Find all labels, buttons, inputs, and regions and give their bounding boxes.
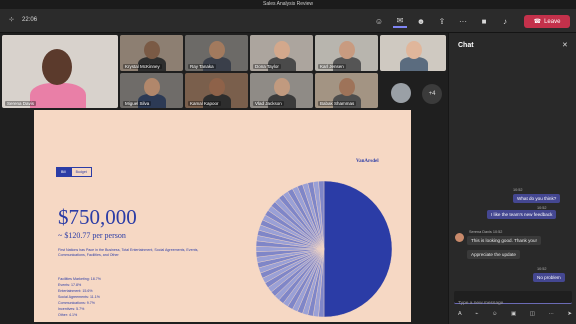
participant-tile[interactable]: Ray Tanaka xyxy=(185,35,248,71)
message-bubble: What do you think? xyxy=(513,194,561,203)
leave-button[interactable]: ☎ Leave xyxy=(524,15,570,28)
list-item: Other: 4.1% xyxy=(58,313,78,317)
participant-name: Vlad Jackson xyxy=(253,101,284,106)
slide-description: First Nations has Pace in the Business, … xyxy=(58,248,199,258)
participant-gallery: Serena Davis Krystal McKinney Ray Tanaka… xyxy=(2,35,446,110)
slide-tabs: Bill Budget xyxy=(56,167,92,177)
participant-name: Krystal McKinney xyxy=(123,64,162,69)
grid-icon[interactable]: ⊹ xyxy=(9,16,14,23)
message-bubble: I like the team's new feedback xyxy=(487,210,557,219)
participant-name: Miguel Silva xyxy=(123,101,152,106)
chat-panel: Chat ✕ 10:52 What do you think? 10:52 I … xyxy=(448,33,576,324)
participant-name: Babak Shammas xyxy=(318,101,357,106)
budget-breakdown-list: Facilities Marketing: 18.7% Events: 17.8… xyxy=(58,276,101,318)
chat-title: Chat xyxy=(458,42,474,49)
message-compose[interactable] xyxy=(454,291,572,310)
mic-icon[interactable]: ♪ xyxy=(498,14,512,28)
slide-tab: Budget xyxy=(70,167,92,177)
leave-phone-icon: ☎ xyxy=(533,19,542,25)
meeting-stage: Serena Davis Krystal McKinney Ray Tanaka… xyxy=(0,33,448,324)
message-meta: Serena Davis 10:52 xyxy=(469,230,503,234)
budget-amount: $750,000 xyxy=(58,205,137,229)
more-icon[interactable]: ··· xyxy=(456,14,470,28)
chat-icon[interactable]: ✉ xyxy=(393,14,407,28)
participant-tile[interactable] xyxy=(380,35,446,71)
camera-icon[interactable]: ■ xyxy=(477,14,491,28)
participant-name: Kamal Kapoor xyxy=(188,101,221,106)
send-icon[interactable]: ➤ xyxy=(567,311,572,317)
participant-name: Serena Davis xyxy=(5,101,37,106)
participant-name: Karl Jensen xyxy=(318,64,346,69)
participant-tile[interactable]: Serena Davis xyxy=(2,35,118,108)
sticker-icon[interactable]: ◫ xyxy=(530,311,535,317)
message-meta: 10:52 xyxy=(513,188,523,192)
more-icon[interactable]: ··· xyxy=(548,311,554,317)
brand-logo: VanArsdel xyxy=(356,159,379,164)
participant-tile[interactable]: Krystal McKinney xyxy=(120,35,183,71)
avatar xyxy=(455,233,464,242)
participant-name: Dona Taylor xyxy=(253,64,281,69)
participant-tile[interactable]: Kamal Kapoor xyxy=(185,73,248,108)
shared-slide: Bill Budget VanArsdel $750,000 ~ $120.77… xyxy=(34,110,411,322)
leave-label: Leave xyxy=(544,18,561,25)
people-icon[interactable]: ☺ xyxy=(372,14,386,28)
meeting-timer: 22:06 xyxy=(22,16,38,23)
message-bubble: This is looking good. Thank you! xyxy=(467,236,541,245)
participant-tile[interactable]: Karl Jensen xyxy=(315,35,378,71)
message-meta: 10:52 xyxy=(537,267,547,271)
window-title: Sales Analysis Review xyxy=(262,1,314,7)
pie-slice xyxy=(323,180,393,318)
close-icon[interactable]: ✕ xyxy=(562,41,568,49)
meeting-toolbar: ⊹ 22:06 ☺ ✉ ☻ ⇪ ··· ■ ♪ ☎ Leave xyxy=(0,9,576,33)
per-person-amount: ~ $120.77 per person xyxy=(58,231,126,240)
participant-tile[interactable]: Vlad Jackson xyxy=(250,73,313,108)
more-participants-button[interactable]: +4 xyxy=(422,84,442,104)
participant-tile[interactable]: Miguel Silva xyxy=(120,73,183,108)
participant-name: Ray Tanaka xyxy=(188,64,216,69)
message-bubble: Appreciate the update xyxy=(467,250,520,259)
share-icon[interactable]: ⇪ xyxy=(435,14,449,28)
message-input[interactable] xyxy=(454,297,572,310)
emoji-icon[interactable]: ☺ xyxy=(492,311,498,317)
participant-tile[interactable]: Dona Taylor xyxy=(250,35,313,71)
attach-icon[interactable]: ⌁ xyxy=(475,311,478,317)
reactions-icon[interactable]: ☻ xyxy=(414,14,428,28)
avatar[interactable] xyxy=(391,83,411,103)
message-bubble: No problem xyxy=(533,273,565,282)
gif-icon[interactable]: ▣ xyxy=(511,311,516,317)
compose-toolbar: A ⌁ ☺ ▣ ◫ ··· ➤ xyxy=(458,311,572,317)
participant-tile[interactable]: Babak Shammas xyxy=(315,73,378,108)
title-bar: Sales Analysis Review xyxy=(0,0,576,9)
slide-tab: Bill xyxy=(56,167,71,177)
pie-graphic xyxy=(255,180,393,318)
format-icon[interactable]: A xyxy=(458,311,462,317)
